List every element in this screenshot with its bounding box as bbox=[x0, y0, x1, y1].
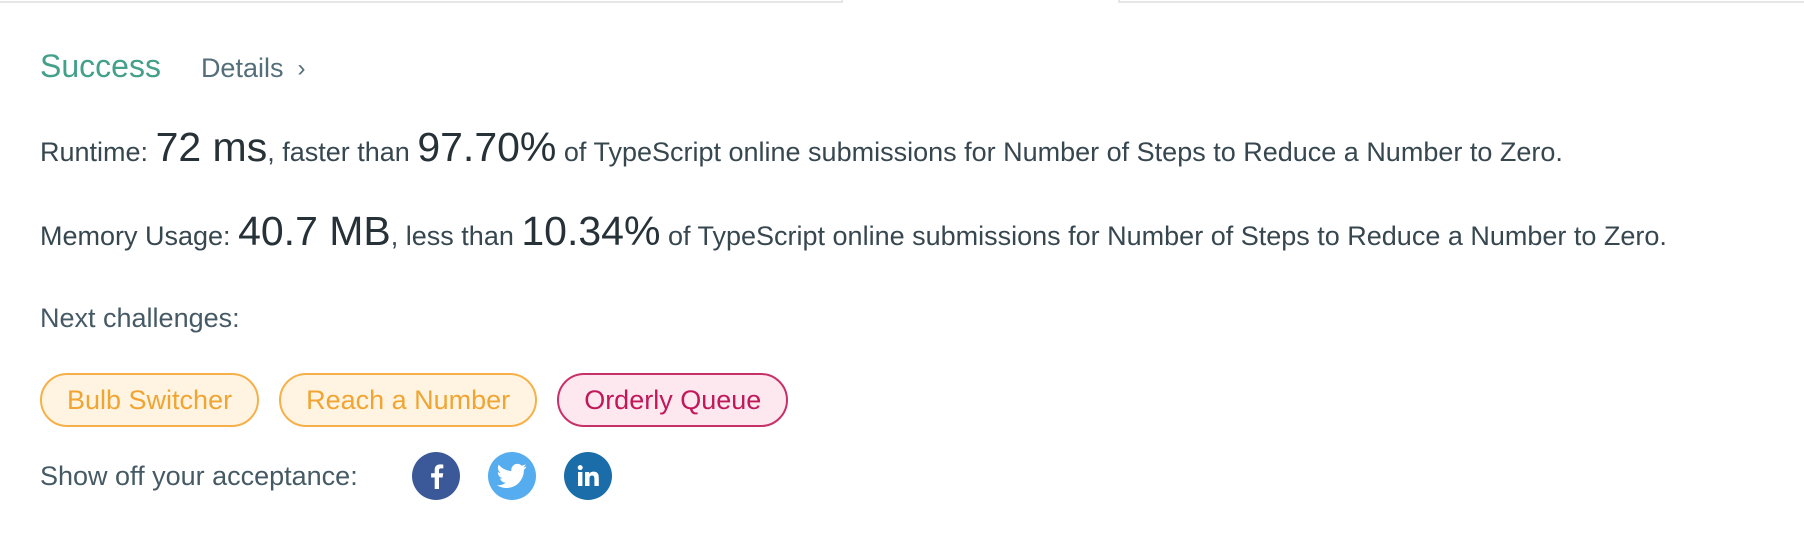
challenge-reach-a-number[interactable]: Reach a Number bbox=[279, 373, 538, 427]
share-label: Show off your acceptance: bbox=[40, 460, 358, 491]
runtime-value: 72 ms bbox=[155, 124, 268, 170]
runtime-line: Runtime: 72 ms, faster than 97.70% of Ty… bbox=[40, 124, 1563, 171]
linkedin-icon[interactable] bbox=[563, 452, 612, 500]
status-success: Success bbox=[40, 48, 161, 84]
tab-right-border bbox=[1118, 0, 1804, 3]
share-row: Show off your acceptance: bbox=[40, 452, 612, 500]
memory-comparison: , less than bbox=[390, 221, 514, 251]
challenge-bulb-switcher[interactable]: Bulb Switcher bbox=[40, 373, 260, 427]
runtime-comparison: , faster than bbox=[267, 137, 410, 167]
tab-left-border bbox=[0, 0, 843, 3]
next-challenges-list: Bulb Switcher Reach a Number Orderly Que… bbox=[40, 373, 789, 427]
tab-bar-border bbox=[0, 0, 1804, 4]
challenge-orderly-queue[interactable]: Orderly Queue bbox=[557, 373, 789, 427]
chevron-right-icon: › bbox=[297, 55, 306, 82]
runtime-suffix: of TypeScript online submissions for Num… bbox=[563, 137, 1563, 167]
details-label: Details bbox=[200, 53, 284, 83]
memory-line: Memory Usage: 40.7 MB, less than 10.34% … bbox=[40, 208, 1667, 255]
details-link[interactable]: Details › bbox=[201, 53, 306, 84]
next-challenges-label: Next challenges: bbox=[40, 303, 240, 333]
runtime-percent: 97.70% bbox=[417, 124, 557, 170]
status-row: Success Details › bbox=[40, 48, 305, 85]
facebook-icon[interactable] bbox=[411, 452, 460, 500]
twitter-icon[interactable] bbox=[487, 452, 536, 500]
memory-percent: 10.34% bbox=[521, 208, 661, 254]
runtime-label: Runtime: bbox=[40, 137, 149, 167]
memory-label: Memory Usage: bbox=[40, 221, 231, 251]
memory-value: 40.7 MB bbox=[238, 208, 391, 254]
memory-suffix: of TypeScript online submissions for Num… bbox=[667, 221, 1667, 251]
